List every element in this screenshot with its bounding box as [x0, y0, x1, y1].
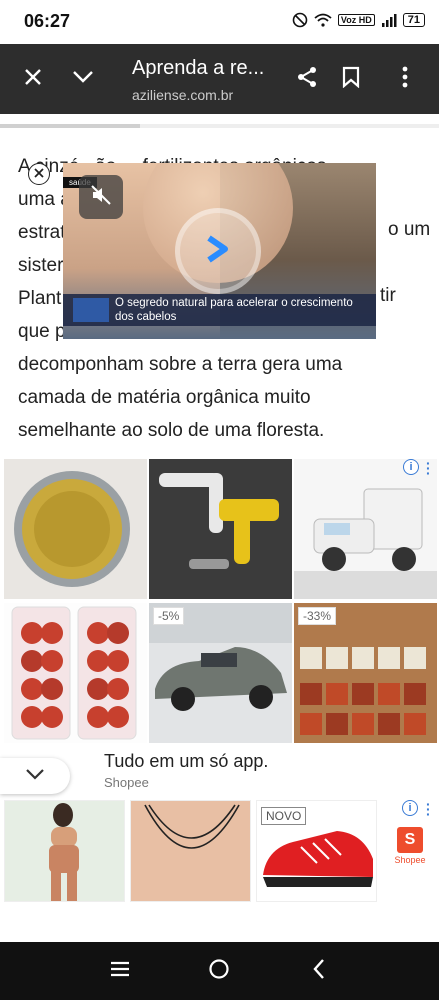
tool-image [159, 473, 279, 569]
reading-progress [0, 124, 140, 128]
chevron-down-icon [72, 70, 94, 89]
recents-icon [110, 961, 130, 982]
home-icon [208, 958, 230, 985]
product-ad-grid: -5% -33% i · · · [4, 456, 437, 743]
signal-icon [381, 12, 397, 28]
video-caption-text: O segredo natural para acelerar o cresci… [115, 297, 353, 323]
shopee-bag-icon: S [397, 827, 423, 853]
shopee-logo-label: Shopee [394, 855, 426, 865]
product-tile[interactable] [149, 459, 292, 599]
page-title[interactable]: Aprenda a re... [132, 57, 264, 80]
status-time: 06:27 [24, 11, 71, 31]
mute-button[interactable] [79, 175, 123, 219]
collapse-ad-button[interactable] [0, 758, 70, 794]
toy-truck-image [294, 488, 437, 599]
ad-headline: Tudo em um só app. [104, 751, 269, 771]
status-bar: 06:27 Voz HD 71 [0, 0, 439, 44]
more-vert-icon [402, 66, 408, 93]
volte-badge: Voz HD [337, 14, 375, 26]
share-icon [296, 66, 318, 93]
share-button[interactable] [288, 60, 326, 98]
product-tile[interactable]: -5% [149, 603, 292, 743]
close-icon [33, 166, 45, 182]
shopee-logo[interactable]: S Shopee [393, 827, 427, 871]
ad-info-icon[interactable]: i [402, 800, 418, 816]
article-fragment: o um [388, 219, 431, 240]
new-badge: NOVO [261, 807, 307, 825]
article-line: semelhante ao solo de uma floresta. [18, 420, 325, 441]
bookmark-button[interactable] [332, 60, 370, 98]
speaker-muted-icon [90, 184, 112, 211]
ad-info-icon[interactable]: i [403, 459, 419, 475]
do-not-disturb-icon [292, 12, 308, 28]
wifi-icon [314, 13, 332, 27]
article-fragment: tir [380, 285, 396, 306]
shopee-product-row: NOVO i · · · S Shopee [0, 797, 439, 907]
home-button[interactable] [199, 951, 239, 991]
coin-image [14, 471, 130, 587]
bookmark-icon [342, 66, 360, 93]
ad-brand: Shopee [104, 775, 149, 790]
fitness-outfit-image [5, 801, 124, 901]
product-tile[interactable]: NOVO [256, 800, 377, 902]
close-icon [23, 67, 43, 92]
product-tile[interactable] [294, 459, 437, 599]
product-tile[interactable] [130, 800, 251, 902]
product-tile[interactable]: -33% [294, 603, 437, 743]
chevron-down-icon [25, 767, 45, 785]
necklace-image [131, 801, 250, 901]
status-icons: Voz HD 71 [292, 12, 425, 28]
page-url[interactable]: aziliense.com.br [132, 87, 233, 103]
product-tile[interactable] [4, 800, 125, 902]
video-ad[interactable]: saúde O segredo natural para acelerar o … [63, 163, 376, 339]
more-options-button[interactable] [386, 60, 424, 98]
battery-level: 71 [402, 13, 425, 27]
article-line: decomponham sobre a terra gera uma [18, 354, 343, 375]
discount-badge: -33% [298, 607, 337, 625]
browser-toolbar: Aprenda a re... aziliense.com.br [0, 44, 439, 114]
ad-options-icon[interactable]: · · · [426, 456, 432, 480]
recents-button[interactable] [100, 951, 140, 991]
video-caption: O segredo natural para acelerar o cresci… [63, 294, 376, 326]
minimize-tab-button[interactable] [64, 60, 102, 98]
close-ad-button[interactable] [28, 163, 50, 185]
candy-box-image [11, 606, 137, 740]
discount-badge: -5% [153, 607, 185, 625]
product-tile[interactable] [4, 459, 147, 599]
back-button[interactable] [299, 951, 339, 991]
product-tile[interactable] [4, 603, 147, 743]
publisher-logo [73, 298, 109, 322]
article-line: camada de matéria orgânica muito [18, 387, 311, 408]
close-tab-button[interactable] [14, 60, 52, 98]
play-button[interactable] [175, 208, 261, 294]
ad-options-icon[interactable]: · · · [426, 797, 432, 821]
play-icon [201, 232, 235, 271]
system-navigation-bar [0, 942, 439, 1000]
back-icon [312, 958, 326, 985]
